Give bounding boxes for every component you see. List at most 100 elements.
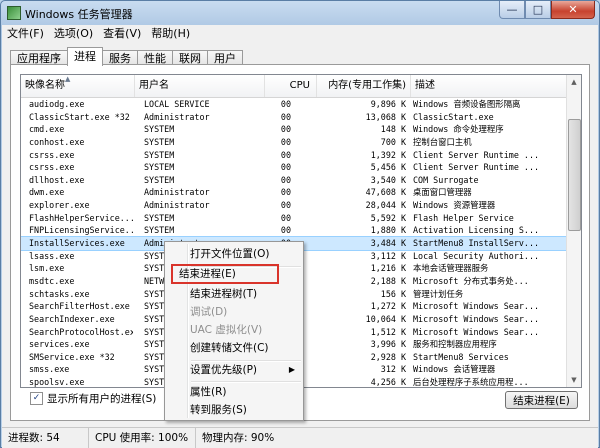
process-name: cmd.exe — [29, 124, 65, 135]
process-row[interactable]: ClassicStart.exe *32 Administrator 00 13,06… — [21, 111, 569, 124]
menu-help[interactable]: 帮助(H) — [146, 25, 195, 43]
process-description: StartMenu8 InstallServ... — [413, 238, 540, 249]
process-memory: 10,064 K — [365, 313, 406, 324]
process-memory: 13,068 K — [365, 111, 406, 122]
ctx-set-priority-label: 设置优先级(P) — [190, 364, 258, 376]
process-row[interactable]: dllhost.exe SYSTEM 00 3,540 K COM Surrogate — [21, 174, 569, 187]
process-memory: 700 K — [380, 136, 406, 147]
process-cpu: 00 — [280, 99, 291, 109]
column-header-image-name[interactable]: ▲ 映像名称 — [21, 75, 135, 97]
process-memory: 5,456 K — [370, 162, 406, 173]
process-user: SYSTEM — [144, 174, 175, 185]
process-name: FNPLicensingService... — [29, 225, 133, 236]
process-user: SYSTEM — [144, 225, 175, 236]
process-user: SYSTEM — [144, 136, 175, 147]
process-user: Administrator — [144, 200, 210, 211]
process-row[interactable]: audiodg.exe LOCAL SERVICE 00 9,896 K Windows… — [21, 98, 569, 111]
process-cpu: 00 — [280, 174, 291, 185]
process-description: Client Server Runtime ... — [413, 162, 540, 173]
process-description: Local Security Authori... — [413, 250, 540, 261]
vertical-scrollbar[interactable]: ▲ ▼ — [566, 75, 581, 387]
ctx-create-dump-file[interactable]: 创建转储文件(C) — [167, 338, 301, 358]
window-controls: — □ ✕ — [499, 1, 595, 20]
context-menu: 打开文件位置(O) 结束进程(E) 结束进程树(T) 调试(D) UAC 虚拟化… — [164, 241, 304, 421]
process-memory: 9,896 K — [370, 99, 406, 109]
process-name: dwm.exe — [29, 187, 65, 198]
status-process-count: 进程数: 54 — [2, 428, 89, 448]
process-user: Administrator — [144, 111, 210, 122]
process-user: LOCAL SERVICE — [144, 99, 210, 109]
ctx-properties[interactable]: 属性(R) — [167, 382, 301, 402]
process-memory: 1,392 K — [370, 149, 406, 160]
ctx-end-process-tree[interactable]: 结束进程树(T) — [167, 284, 301, 304]
process-row[interactable]: dwm.exe Administrator 00 47,608 K 桌面窗口管理器 — [21, 186, 569, 199]
process-name: csrss.exe — [29, 162, 75, 173]
ctx-uac-virtualization: UAC 虚拟化(V) — [190, 324, 263, 336]
maximize-button[interactable]: □ — [525, 1, 551, 19]
scroll-down-icon[interactable]: ▼ — [567, 373, 581, 387]
show-all-users-checkbox[interactable]: ✓ — [30, 392, 43, 405]
process-row[interactable]: csrss.exe SYSTEM 00 5,456 K Client Server Ru… — [21, 161, 569, 174]
column-header-description[interactable]: 描述 — [411, 75, 569, 97]
process-description: 管理计划任务 — [413, 288, 464, 299]
process-row[interactable]: FlashHelperService... SYSTEM 00 5,592 K Flas… — [21, 212, 569, 225]
column-header-memory[interactable]: 内存(专用工作集) — [317, 75, 411, 97]
process-memory: 28,044 K — [365, 200, 406, 211]
scroll-up-icon[interactable]: ▲ — [567, 75, 581, 89]
ctx-set-priority[interactable]: 设置优先级(P) ▶ — [167, 360, 301, 380]
process-row[interactable]: cmd.exe SYSTEM 00 148 K Windows 命令处理程序 — [21, 123, 569, 136]
process-description: 服务和控制器应用程序 — [413, 339, 497, 350]
menu-options[interactable]: 选项(O) — [49, 25, 98, 43]
column-header-user[interactable]: 用户名 — [135, 75, 265, 97]
end-process-button[interactable]: 结束进程(E) — [505, 391, 578, 409]
ctx-open-file-location[interactable]: 打开文件位置(O) — [167, 244, 301, 264]
status-bar: 进程数: 54 CPU 使用率: 100% 物理内存: 90% — [2, 427, 598, 448]
process-cpu: 00 — [280, 200, 291, 211]
minimize-button[interactable]: — — [499, 1, 525, 19]
process-memory: 1,512 K — [370, 326, 406, 337]
process-description: Windows 命令处理程序 — [413, 124, 504, 135]
ctx-end-process[interactable]: 结束进程(E) — [171, 264, 279, 284]
process-memory: 1,216 K — [370, 263, 406, 274]
process-description: Windows 资源管理器 — [413, 200, 496, 211]
close-button[interactable]: ✕ — [551, 1, 595, 19]
process-user: Administrator — [144, 187, 210, 198]
process-memory: 156 K — [380, 288, 406, 299]
process-name: msdtc.exe — [29, 275, 75, 286]
show-all-users-option[interactable]: ✓ 显示所有用户的进程(S) — [30, 391, 156, 406]
process-description: Activation Licensing S... — [413, 225, 540, 236]
process-description: 控制台窗口主机 — [413, 136, 472, 147]
process-description: 本地会话管理器服务 — [413, 263, 489, 274]
process-name: spoolsv.exe — [29, 377, 85, 388]
menu-view[interactable]: 查看(V) — [98, 25, 146, 43]
scroll-thumb[interactable] — [568, 119, 581, 231]
process-name: SearchIndexer.exe — [29, 313, 115, 324]
process-row[interactable]: conhost.exe SYSTEM 00 700 K 控制台窗口主机 — [21, 136, 569, 149]
ctx-go-to-service[interactable]: 转到服务(S) — [167, 400, 301, 420]
menu-file[interactable]: 文件(F) — [2, 25, 49, 43]
process-memory: 4,256 K — [370, 377, 406, 388]
tab-processes[interactable]: 进程 — [67, 47, 103, 66]
process-memory: 312 K — [380, 364, 406, 375]
process-description: Microsoft Windows Sear... — [413, 326, 540, 337]
task-manager-window: Windows 任务管理器 — □ ✕ 文件(F) 选项(O) 查看(V) 帮助… — [0, 0, 600, 448]
window-title: Windows 任务管理器 — [25, 8, 133, 21]
process-row[interactable]: FNPLicensingService... SYSTEM 00 1,880 K Act… — [21, 224, 569, 237]
process-memory: 1,272 K — [370, 301, 406, 312]
process-name: services.exe — [29, 339, 90, 350]
process-name: audiodg.exe — [29, 99, 85, 109]
status-cpu-usage: CPU 使用率: 100% — [89, 428, 196, 448]
ctx-debug: 调试(D) — [190, 306, 228, 318]
process-user: SYSTEM — [144, 124, 175, 135]
process-name: conhost.exe — [29, 136, 85, 147]
process-description: Microsoft 分布式事务处... — [413, 275, 529, 286]
process-name: SMService.exe *32 — [29, 351, 115, 362]
title-bar[interactable]: Windows 任务管理器 — □ ✕ — [1, 1, 599, 25]
process-name: lsass.exe — [29, 250, 75, 261]
process-memory: 2,188 K — [370, 275, 406, 286]
process-name: ClassicStart.exe *32 — [29, 111, 130, 122]
column-header-cpu[interactable]: CPU — [265, 75, 317, 97]
process-row[interactable]: explorer.exe Administrator 00 28,044 K Windo… — [21, 199, 569, 212]
menu-bar: 文件(F) 选项(O) 查看(V) 帮助(H) — [2, 25, 598, 43]
process-row[interactable]: csrss.exe SYSTEM 00 1,392 K Client Server Ru… — [21, 149, 569, 162]
